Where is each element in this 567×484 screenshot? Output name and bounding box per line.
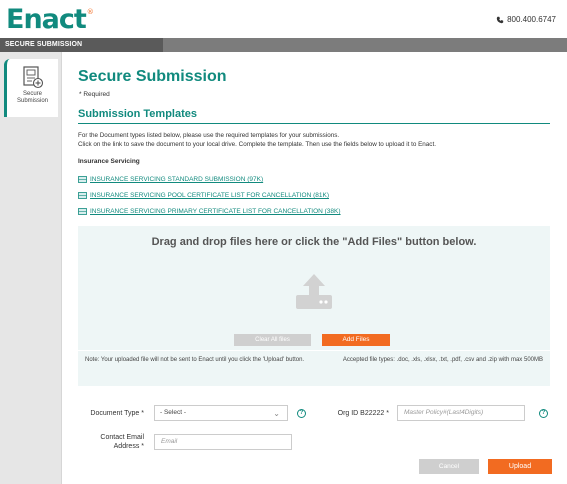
upload-note: Note: Your uploaded file will not be sen… [85,357,305,363]
template-link-standard[interactable]: INSURANCE SERVICING STANDARD SUBMISSION … [78,176,263,183]
spreadsheet-icon [78,192,87,199]
phone-number[interactable]: 800.400.6747 [496,15,556,24]
document-type-select[interactable]: - Select - ⌄ [154,405,288,421]
document-type-label: Document Type * [90,410,144,417]
dropzone-divider [78,350,550,351]
add-files-button[interactable]: Add Files [322,334,390,346]
master-policy-help-icon[interactable]: ? [539,409,548,418]
header: Enact® 800.400.6747 [0,0,567,38]
document-group-label: Insurance Servicing [78,158,140,165]
cancel-button[interactable]: Cancel [419,459,479,474]
upload-button[interactable]: Upload [488,459,552,474]
sidebar: Secure Submission [0,52,62,484]
instructions: For the Document types listed below, ple… [78,132,436,148]
enact-logo[interactable]: Enact® [6,4,94,35]
template-link-pool[interactable]: INSURANCE SERVICING POOL CERTIFICATE LIS… [78,192,329,199]
upload-icon [296,274,332,309]
contact-email-label: Contact Email Address * [100,434,144,450]
section-divider [78,123,550,124]
phone-icon [496,16,504,23]
accepted-file-types: Accepted file types: .doc, .xls, .xlsx, … [342,357,543,363]
file-dropzone[interactable]: Drag and drop files here or click the "A… [78,226,550,386]
dropzone-title: Drag and drop files here or click the "A… [151,236,477,248]
sidebar-item-secure-submission[interactable]: Secure Submission [4,59,58,117]
spreadsheet-icon [78,208,87,215]
document-type-help-icon[interactable]: ? [297,409,306,418]
template-link-primary[interactable]: INSURANCE SERVICING PRIMARY CERTIFICATE … [78,208,341,215]
chevron-down-icon: ⌄ [273,409,280,418]
contact-email-input[interactable]: Email [154,434,292,450]
document-add-icon [22,66,43,89]
master-policy-input[interactable]: Master Policy#(Last4Digits) [397,405,525,421]
clear-all-files-button[interactable]: Clear All files [234,334,311,346]
required-note: * Required [79,91,110,98]
nav-bar-label: SECURE SUBMISSION [5,41,83,48]
org-id-label: Org ID B22222 * [337,410,389,417]
sidebar-item-label: Secure Submission [16,91,48,104]
section-title: Submission Templates [78,108,197,120]
spreadsheet-icon [78,176,87,183]
page-title: Secure Submission [78,68,227,85]
